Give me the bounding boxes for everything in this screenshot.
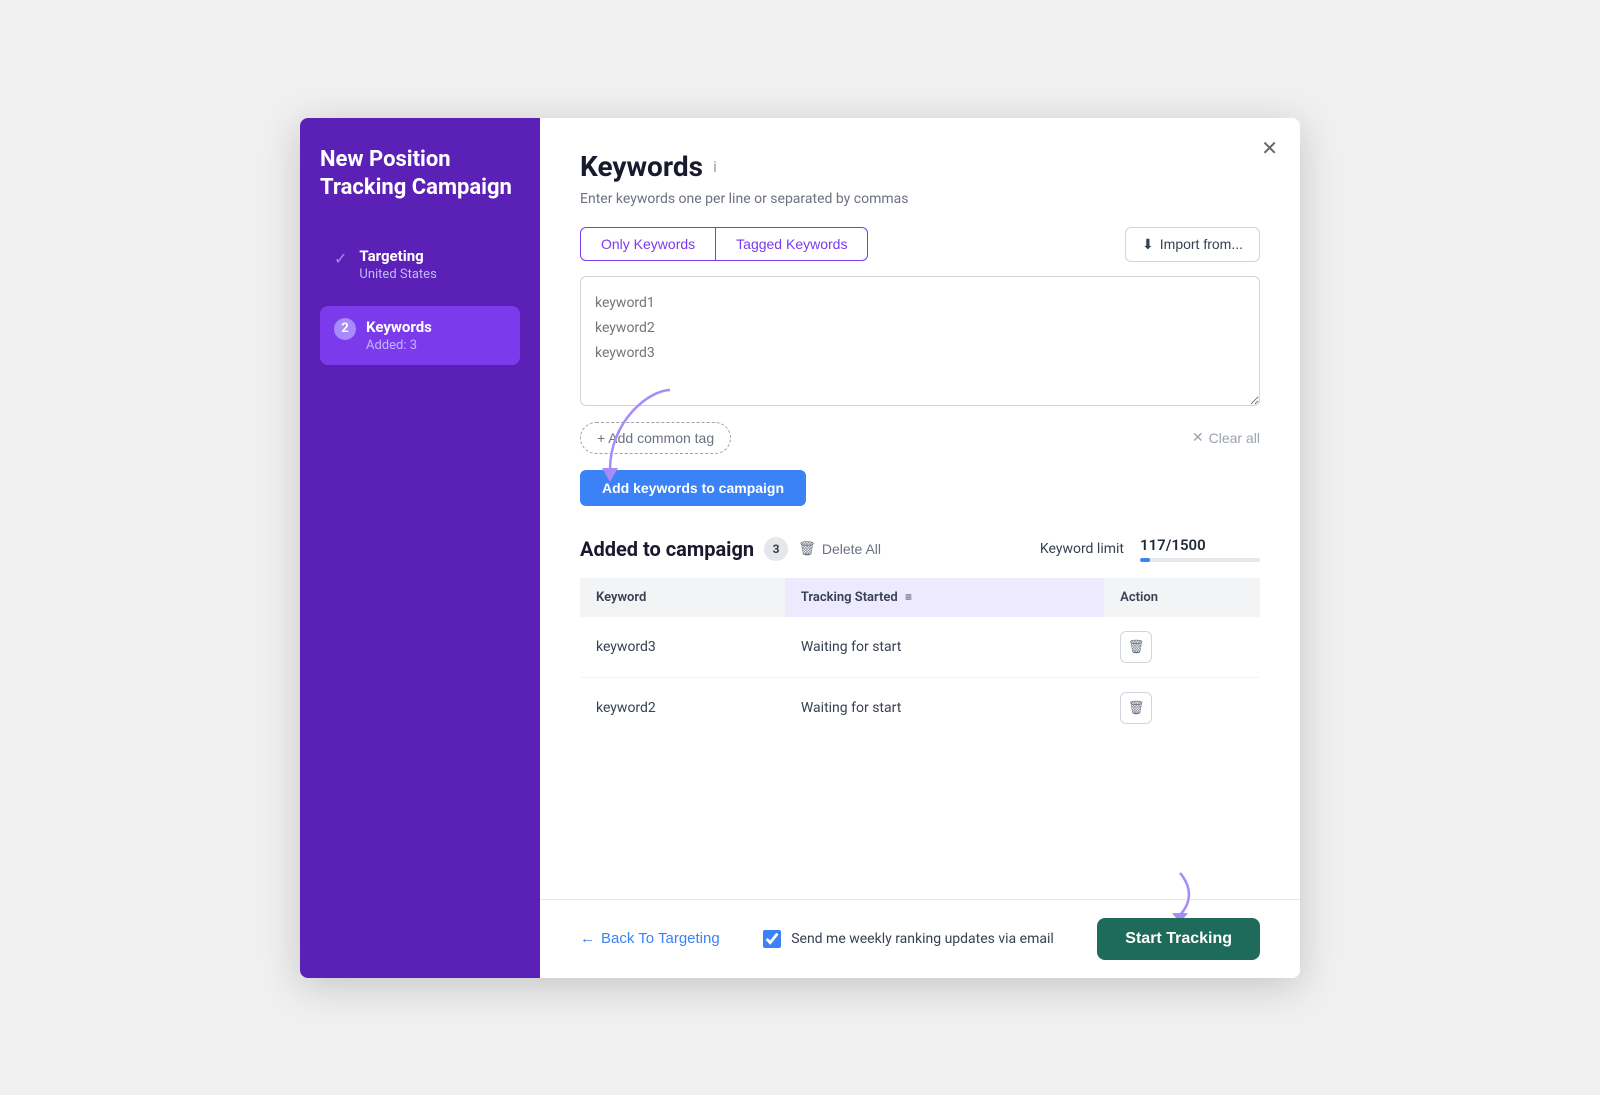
subtitle: Enter keywords one per line or separated…: [580, 191, 1260, 207]
footer: ← Back To Targeting Send me weekly ranki…: [540, 899, 1300, 978]
import-button[interactable]: ⬇ Import from...: [1125, 227, 1260, 262]
step-targeting-label: Targeting: [359, 247, 436, 265]
email-label: Send me weekly ranking updates via email: [791, 931, 1054, 947]
table-row: keyword3 Waiting for start 🗑: [580, 617, 1260, 678]
delete-icon: 🗑: [1128, 700, 1145, 716]
start-arrow-svg: [1120, 863, 1200, 923]
step-number-2: 2: [334, 318, 356, 340]
kw-name: keyword3: [580, 617, 785, 678]
added-section: Added to campaign 3 🗑 Delete All Keyword…: [580, 536, 1260, 738]
start-tracking-button[interactable]: Start Tracking: [1097, 918, 1260, 960]
modal: New Position Tracking Campaign ✓ Targeti…: [300, 118, 1300, 978]
step-keywords-label: Keywords: [366, 318, 432, 336]
col-keyword: Keyword: [580, 578, 785, 617]
keyword-limit-label: Keyword limit: [1040, 541, 1124, 557]
kw-action: 🗑: [1104, 677, 1260, 738]
clear-all-label: Clear all: [1209, 430, 1260, 446]
close-button[interactable]: ✕: [1261, 136, 1278, 161]
kw-name: keyword2: [580, 677, 785, 738]
clear-all-button[interactable]: ✕ Clear all: [1192, 429, 1260, 446]
keywords-textarea[interactable]: [580, 276, 1260, 406]
keyword-limit-fill: [1140, 558, 1150, 562]
delete-row-button[interactable]: 🗑: [1120, 692, 1152, 724]
tabs: Only Keywords Tagged Keywords: [580, 227, 868, 261]
delete-row-button[interactable]: 🗑: [1120, 631, 1152, 663]
tab-tagged-keywords[interactable]: Tagged Keywords: [716, 227, 868, 261]
kw-status: Waiting for start: [785, 617, 1104, 678]
back-arrow-icon: ←: [580, 930, 595, 947]
back-to-targeting-button[interactable]: ← Back To Targeting: [580, 930, 720, 947]
keyword-limit-count: 117/1500: [1140, 536, 1260, 554]
import-label: Import from...: [1160, 236, 1243, 252]
added-section-title: Added to campaign: [580, 537, 754, 561]
page-title-row: Keywords i: [580, 150, 1260, 183]
step-keywords-sub: Added: 3: [366, 338, 432, 353]
email-checkbox[interactable]: [763, 930, 781, 948]
page-title: Keywords: [580, 150, 703, 183]
back-label: Back To Targeting: [601, 930, 720, 947]
sidebar-step-targeting[interactable]: ✓ Targeting United States: [320, 235, 520, 294]
col-action: Action: [1104, 578, 1260, 617]
trash-icon: 🗑: [798, 540, 816, 557]
sidebar-title: New Position Tracking Campaign: [320, 146, 520, 203]
info-icon[interactable]: i: [713, 157, 717, 176]
delete-icon: 🗑: [1128, 639, 1145, 655]
keywords-table: Keyword Tracking Started ≡ Action keywor…: [580, 578, 1260, 738]
added-count-badge: 3: [764, 537, 788, 561]
keyword-limit-bar: [1140, 558, 1260, 562]
check-icon: ✓: [334, 249, 347, 268]
tag-clear-row: + Add common tag ✕ Clear all: [580, 422, 1260, 454]
sidebar-step-keywords[interactable]: 2 Keywords Added: 3: [320, 306, 520, 365]
tab-only-keywords[interactable]: Only Keywords: [580, 227, 716, 261]
import-icon: ⬇: [1142, 236, 1154, 253]
add-tag-button[interactable]: + Add common tag: [580, 422, 731, 454]
sort-icon: ≡: [905, 590, 912, 604]
step-targeting-sub: United States: [359, 267, 436, 282]
section-title-row: Added to campaign 3 🗑 Delete All Keyword…: [580, 536, 1260, 562]
tabs-row: Only Keywords Tagged Keywords ⬇ Import f…: [580, 227, 1260, 262]
kw-action: 🗑: [1104, 617, 1260, 678]
add-keywords-button[interactable]: Add keywords to campaign: [580, 470, 806, 506]
content-scroll: Keywords i Enter keywords one per line o…: [540, 118, 1300, 899]
kw-status: Waiting for start: [785, 677, 1104, 738]
add-keywords-section: Add keywords to campaign: [580, 470, 1260, 506]
sidebar: New Position Tracking Campaign ✓ Targeti…: [300, 118, 540, 978]
table-row: keyword2 Waiting for start 🗑: [580, 677, 1260, 738]
delete-all-label: Delete All: [822, 541, 881, 557]
delete-all-button[interactable]: 🗑 Delete All: [798, 540, 881, 557]
clear-icon: ✕: [1192, 429, 1204, 446]
col-tracking[interactable]: Tracking Started ≡: [785, 578, 1104, 617]
main-content: ✕ Keywords i Enter keywords one per line…: [540, 118, 1300, 978]
